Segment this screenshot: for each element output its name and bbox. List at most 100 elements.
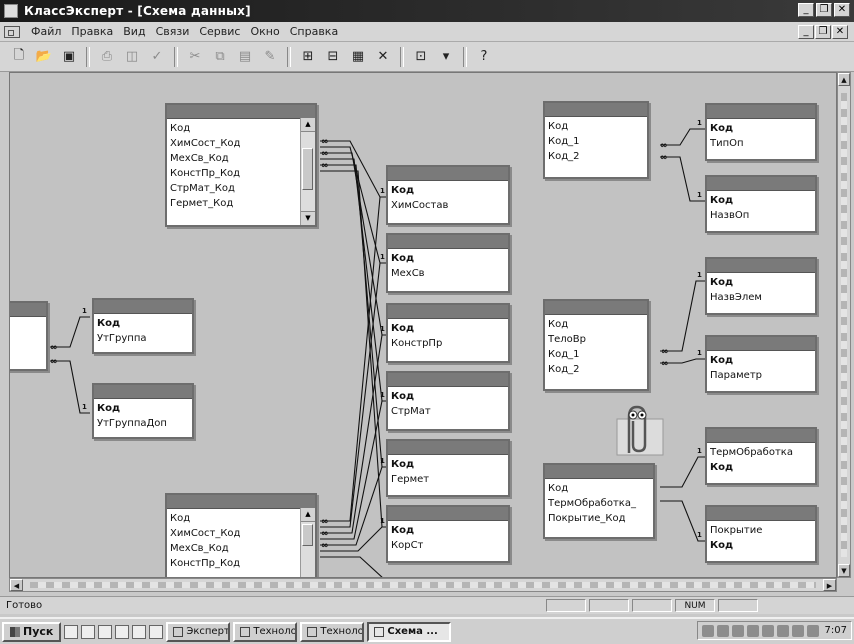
table-header[interactable]: [545, 465, 653, 479]
key-field[interactable]: Код: [710, 460, 812, 475]
table-requirements-top[interactable]: Код ХимСост_Код МехСв_Код КонстПр_Код Ст…: [165, 103, 317, 227]
show-all-icon[interactable]: ▦: [347, 46, 369, 68]
relationship-canvas[interactable]: 1 1 1 1 1 1 1 1 1 1 1 1 1 1 ∞ ∞ ∞ ∞ ∞ ∞ …: [9, 72, 837, 578]
table-header[interactable]: [707, 507, 815, 521]
scroll-down-arrow-icon[interactable]: ▼: [838, 564, 850, 577]
key-field[interactable]: Код: [97, 401, 189, 416]
table-operation-type[interactable]: Код ТипОп: [705, 103, 817, 161]
field[interactable]: КонстПр_Код: [170, 166, 312, 181]
new-object-icon[interactable]: ⊡: [410, 46, 432, 68]
delete-icon[interactable]: ✕: [372, 46, 394, 68]
field[interactable]: Код_2: [548, 362, 644, 377]
table-chem-composition[interactable]: Код ХимСостав: [386, 165, 510, 225]
quicklaunch-icon[interactable]: [98, 624, 113, 639]
table-ut-group[interactable]: Код УтГруппа: [92, 298, 194, 354]
scroll-left-arrow-icon[interactable]: ◀: [10, 579, 23, 591]
table-parameters[interactable]: Код Параметр: [705, 335, 817, 393]
show-table-icon[interactable]: ⊞: [297, 46, 319, 68]
scroll-up-arrow-icon[interactable]: ▲: [838, 73, 850, 86]
tray-icon[interactable]: [716, 624, 729, 637]
restore-button[interactable]: ❐: [816, 3, 832, 17]
print-icon[interactable]: ⎙: [96, 46, 118, 68]
menu-edit[interactable]: Правка: [66, 25, 118, 38]
field[interactable]: Код: [170, 511, 312, 526]
table-header[interactable]: [545, 103, 647, 117]
table-header[interactable]: [707, 105, 815, 119]
menu-window[interactable]: Окно: [245, 25, 284, 38]
quicklaunch-icon[interactable]: [64, 624, 79, 639]
table-header[interactable]: [167, 495, 315, 509]
field[interactable]: Гермет_Код: [170, 196, 312, 211]
table-mech-properties[interactable]: Код МехСв: [386, 233, 510, 293]
tray-icon[interactable]: [776, 624, 789, 637]
menu-view[interactable]: Вид: [118, 25, 150, 38]
minimize-button[interactable]: _: [798, 3, 814, 17]
field[interactable]: СтрМат: [391, 404, 505, 419]
scroll-up-arrow-icon[interactable]: ▲: [301, 508, 315, 522]
table-scrollbar[interactable]: ▲: [300, 508, 315, 577]
table-corrosion-resistance[interactable]: Код КорСт: [386, 505, 510, 563]
key-field[interactable]: Код: [391, 457, 505, 472]
key-field[interactable]: Код: [710, 121, 812, 136]
relationships-doc-icon[interactable]: [4, 25, 20, 38]
copy-icon[interactable]: ⧉: [209, 46, 231, 68]
table-header[interactable]: [388, 305, 508, 319]
field[interactable]: ТипОп: [710, 136, 812, 151]
table-coating[interactable]: Покрытие Код: [705, 505, 817, 563]
table-sealing[interactable]: Код Гермет: [386, 439, 510, 497]
menu-file[interactable]: Файл: [26, 25, 66, 38]
field[interactable]: Покрытие: [710, 523, 812, 538]
close-button[interactable]: ✕: [834, 3, 850, 17]
table-material-structure[interactable]: Код СтрМат: [386, 371, 510, 431]
key-field[interactable]: Код: [391, 523, 505, 538]
field[interactable]: Код_1: [548, 134, 644, 149]
table-header[interactable]: [94, 385, 192, 399]
scroll-right-arrow-icon[interactable]: ▶: [823, 579, 836, 591]
table-requirements-bottom[interactable]: Код ХимСост_Код МехСв_Код КонстПр_Код ▲: [165, 493, 317, 577]
format-painter-icon[interactable]: ✎: [259, 46, 281, 68]
field[interactable]: Код_2: [548, 149, 644, 164]
field[interactable]: ХимСостав: [391, 198, 505, 213]
scroll-track[interactable]: [30, 582, 816, 588]
new-object-dropdown-icon[interactable]: ▾: [435, 46, 457, 68]
table-header[interactable]: [94, 300, 192, 314]
table-design-features[interactable]: Код КонстрПр: [386, 303, 510, 363]
clock[interactable]: 7:07: [825, 625, 847, 636]
taskbar-button[interactable]: Эксперт...: [166, 621, 231, 642]
field[interactable]: ТермОбработка_: [548, 496, 650, 511]
key-field[interactable]: Код: [710, 193, 812, 208]
quicklaunch-icon[interactable]: [132, 624, 147, 639]
field[interactable]: МехСв: [391, 266, 505, 281]
scroll-up-arrow-icon[interactable]: ▲: [301, 118, 315, 132]
table-treatment-coating-link[interactable]: Код ТермОбработка_ Покрытие_Код: [543, 463, 655, 539]
field[interactable]: ХимСост_Код: [170, 526, 312, 541]
field[interactable]: ТелоВр: [548, 332, 644, 347]
field[interactable]: СтрМат_Код: [170, 181, 312, 196]
key-field[interactable]: Код: [710, 538, 812, 553]
paste-icon[interactable]: ▤: [234, 46, 256, 68]
table-header[interactable]: [707, 337, 815, 351]
table-header[interactable]: [167, 105, 315, 119]
field[interactable]: Код: [548, 317, 644, 332]
key-field[interactable]: Код: [710, 353, 812, 368]
key-field[interactable]: Код: [391, 389, 505, 404]
scroll-thumb[interactable]: [302, 524, 313, 546]
taskbar-button-active[interactable]: Схема ...: [367, 621, 452, 642]
table-partial-left[interactable]: [10, 301, 48, 371]
table-header[interactable]: [388, 441, 508, 455]
show-direct-icon[interactable]: ⊟: [322, 46, 344, 68]
table-operation-name[interactable]: Код НазвОп: [705, 175, 817, 233]
field[interactable]: ХимСост_Код: [170, 136, 312, 151]
table-header[interactable]: [388, 507, 508, 521]
menu-help[interactable]: Справка: [285, 25, 343, 38]
spell-icon[interactable]: ✓: [146, 46, 168, 68]
table-header[interactable]: [707, 259, 815, 273]
field[interactable]: КонстрПр: [391, 336, 505, 351]
table-scrollbar[interactable]: ▲ ▼: [300, 118, 315, 225]
field[interactable]: Код: [170, 121, 312, 136]
cut-icon[interactable]: ✂: [184, 46, 206, 68]
new-icon[interactable]: 🗋: [8, 46, 30, 68]
key-field[interactable]: Код: [97, 316, 189, 331]
tray-icon[interactable]: [806, 624, 819, 637]
vertical-scrollbar[interactable]: ▲ ▼: [837, 72, 851, 578]
